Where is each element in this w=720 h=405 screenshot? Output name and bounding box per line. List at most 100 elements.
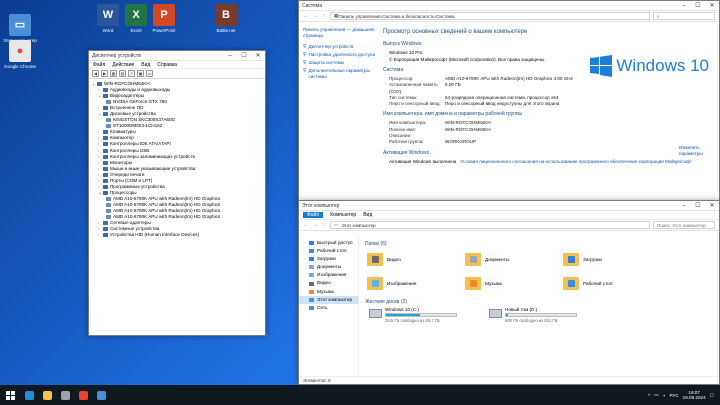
folder-item[interactable]: Загрузки <box>563 249 661 269</box>
system-search-input[interactable]: ⌕ <box>653 12 715 20</box>
drive-free-space: 900 ГБ свободно из 931 ГБ <box>505 318 558 323</box>
properties-icon[interactable]: ▦ <box>110 70 117 77</box>
nav-item[interactable]: Этот компьютер <box>299 295 358 304</box>
clock-date: 16.09.2024 <box>682 395 706 400</box>
menu-item[interactable]: Справка <box>157 62 177 68</box>
device-category-icon <box>103 160 108 165</box>
breadcrumb-item[interactable]: Система <box>436 14 455 19</box>
powerpoint-icon: P <box>153 4 175 26</box>
maximize-icon[interactable]: ☐ <box>691 1 705 11</box>
taskbar-app-device-manager[interactable] <box>92 385 110 405</box>
pc-icon: ▭ <box>334 222 339 227</box>
up-icon[interactable]: ↑ <box>321 222 327 228</box>
notifications-icon[interactable]: ▢ <box>710 392 714 398</box>
start-button[interactable] <box>0 385 20 405</box>
system-breadcrumb[interactable]: ▦ Панель управления › Система и безопасн… <box>330 12 650 20</box>
taskbar-app-edge[interactable] <box>20 385 38 405</box>
drive-item[interactable]: Новый том (D:) 900 ГБ свободно из 931 ГБ <box>489 307 577 323</box>
device-category-icon <box>103 88 108 93</box>
sidebar-link[interactable]: ⛨ Защита системы <box>303 60 377 66</box>
back-icon[interactable]: ← <box>303 13 309 19</box>
desktop-icon-label: Battle.net <box>216 28 236 33</box>
nav-item[interactable]: Сеть <box>299 304 358 312</box>
desktop-icon[interactable]: B Battle.net <box>208 4 244 33</box>
drives-group-header[interactable]: Жесткие диски (2) <box>365 299 713 305</box>
back-icon[interactable]: ← <box>303 222 309 228</box>
forward-icon[interactable]: ▶ <box>101 70 108 77</box>
back-icon[interactable]: ◀ <box>92 70 99 77</box>
sidebar-link[interactable]: ⛨ Диспетчер устройств <box>303 44 377 50</box>
breadcrumb-item[interactable]: Система и безопасность <box>382 14 435 19</box>
scan-hardware-icon[interactable]: ▣ <box>137 70 144 77</box>
breadcrumb-item[interactable]: Панель управления <box>338 14 380 19</box>
folder-item[interactable]: Видео <box>367 249 465 269</box>
forward-icon[interactable]: → <box>312 222 318 228</box>
ribbon-tab[interactable]: Вид <box>363 212 372 218</box>
update-driver-icon[interactable]: ▤ <box>119 70 126 77</box>
minimize-icon[interactable]: – <box>677 1 691 11</box>
minimize-icon[interactable]: – <box>677 201 691 211</box>
windows-start-icon <box>5 390 15 400</box>
drives-list: Windows 10 (C:) 28,5 ГБ свободно из 55,7 … <box>369 307 713 323</box>
taskbar-app-settings[interactable] <box>56 385 74 405</box>
menu-item[interactable]: Файл <box>93 62 105 68</box>
nav-item[interactable]: Видео <box>299 279 358 287</box>
maximize-icon[interactable]: ☐ <box>691 201 705 211</box>
explorer-titlebar[interactable]: Этот компьютер – ☐ ✕ <box>299 201 719 211</box>
sidebar-link-label: Дополнительные параметры системы <box>308 68 370 79</box>
desktop-icon[interactable]: ● Google Chrome <box>2 40 38 69</box>
nav-item[interactable]: Быстрый доступ <box>299 239 358 247</box>
license-terms-link[interactable]: Условия лицензионного соглашения на испо… <box>460 159 692 164</box>
device-icon <box>106 118 111 123</box>
settings-icon <box>60 390 70 400</box>
edge-icon <box>24 390 34 400</box>
chevron-up-icon[interactable]: ^ <box>648 393 650 398</box>
volume-icon[interactable]: ◖ <box>663 393 666 398</box>
device-category[interactable]: › Устройства HID (Human Interface Devices… <box>92 232 262 238</box>
taskbar-app-chrome[interactable] <box>74 385 92 405</box>
explorer-search-input[interactable]: Поиск: Этот компьютер <box>653 221 715 229</box>
control-panel-home-link[interactable]: Панель управления — домашняя страница <box>303 27 377 39</box>
activation-status: Активация Windows выполнена <box>389 158 457 164</box>
change-settings-link[interactable]: Изменить параметры <box>679 145 713 156</box>
drive-item[interactable]: Windows 10 (C:) 28,5 ГБ свободно из 55,7 … <box>369 307 457 323</box>
sidebar-link[interactable]: ⛨ Настройка удаленного доступа <box>303 52 377 58</box>
system-main: Просмотр основных сведений о вашем компь… <box>379 27 719 164</box>
folder-item[interactable]: Музыка <box>465 273 563 293</box>
nav-item[interactable]: Изображения <box>299 271 358 279</box>
language-indicator[interactable]: РУС <box>669 393 678 398</box>
monitor-icon[interactable]: ▭ <box>146 70 153 77</box>
folder-item[interactable]: Изображения <box>367 273 465 293</box>
up-icon[interactable]: ↑ <box>321 13 327 19</box>
network-icon[interactable]: ▭ <box>654 392 658 398</box>
nav-item[interactable]: Рабочий стол <box>299 247 358 255</box>
folder-item[interactable]: Рабочий стол <box>563 273 661 293</box>
close-icon[interactable]: ✕ <box>705 1 719 11</box>
nav-item[interactable]: Документы <box>299 263 358 271</box>
system-sidebar-links: ⛨ Диспетчер устройств ⛨ Настройка удаленног… <box>303 44 377 80</box>
folders-group-header[interactable]: Папки (6) <box>365 241 713 247</box>
minimize-icon[interactable]: – <box>223 51 237 61</box>
ribbon-tab[interactable]: Компьютер <box>330 212 356 218</box>
explorer-address-input[interactable]: ▭ Этот компьютер <box>330 221 650 229</box>
nav-item[interactable]: Музыка <box>299 288 358 296</box>
desktop-icon[interactable]: ▭Этот компьютер <box>2 14 38 43</box>
folder-item[interactable]: Документы <box>465 249 563 269</box>
device-manager-titlebar[interactable]: Диспетчер устройств – ☐ ✕ <box>89 51 265 61</box>
taskbar-app-explorer[interactable] <box>38 385 56 405</box>
close-icon[interactable]: ✕ <box>251 51 265 61</box>
menu-item[interactable]: Вид <box>141 62 150 68</box>
device-category-icon <box>103 148 108 153</box>
shield-icon: ⛨ <box>303 60 307 65</box>
desktop-icon[interactable]: P PowerPoint <box>146 4 182 33</box>
help-icon[interactable]: ? <box>128 70 135 77</box>
clock[interactable]: 19:07 16.09.2024 <box>683 390 706 401</box>
ribbon-tab[interactable]: Файл <box>303 212 324 218</box>
maximize-icon[interactable]: ☐ <box>237 51 251 61</box>
system-titlebar[interactable]: Система – ☐ ✕ <box>299 1 719 11</box>
forward-icon[interactable]: → <box>312 13 318 19</box>
sidebar-link[interactable]: ⛨ Дополнительные параметры системы <box>303 68 377 80</box>
close-icon[interactable]: ✕ <box>705 201 719 211</box>
menu-item[interactable]: Действие <box>112 62 134 68</box>
nav-item[interactable]: Загрузки <box>299 255 358 263</box>
